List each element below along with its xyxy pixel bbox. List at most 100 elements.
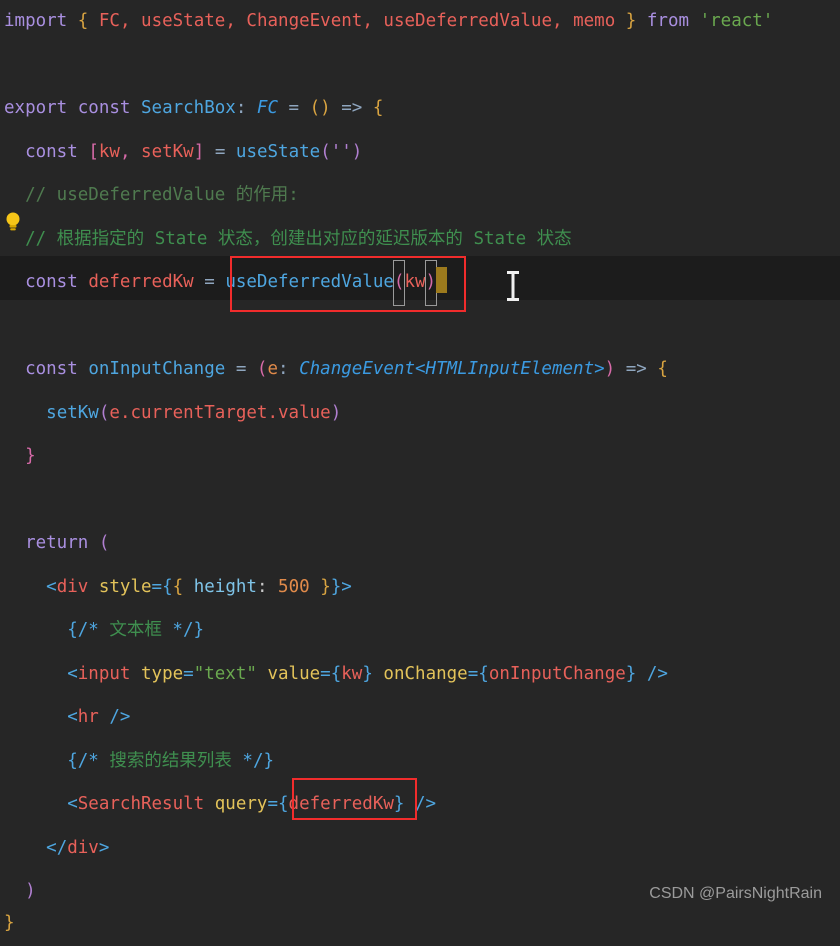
token-equals: = [320, 664, 331, 684]
token-comma: , [552, 11, 563, 31]
token-fc: FC [98, 11, 120, 31]
code-line-20: </div> [0, 827, 840, 871]
token-brace: { [372, 98, 384, 118]
token-from: from [646, 11, 690, 31]
token-text-value: "text" [193, 664, 257, 684]
token-self-close: /> [414, 794, 437, 814]
watermark: CSDN @PairsNightRain [649, 885, 822, 902]
token-onchange-attr: onChange [383, 664, 468, 684]
token-currenttarget: currentTarget [130, 403, 268, 423]
token-deferredkw-name: deferredKw [88, 272, 194, 292]
token-jsx-brace-close: } [362, 664, 373, 684]
token-equals: = [214, 142, 226, 162]
token-bracket-open: [ [88, 142, 99, 162]
token-close-paren: ) [25, 881, 36, 901]
token-close-lt: </ [46, 838, 68, 858]
token-jsx-comment-close: */} [172, 620, 205, 640]
token-usestate: useState [141, 11, 226, 31]
token-jsx-brace-open: { [478, 664, 489, 684]
token-500-value: 500 [278, 577, 310, 597]
token-bracket-close: ] [193, 142, 205, 162]
token-gt: > [98, 838, 110, 858]
token-lt: < [67, 794, 78, 814]
token-kw-arg: kw [404, 272, 426, 292]
token-lt: < [46, 577, 57, 597]
code-line-14: <div style={{ height: 500 }}> [0, 566, 840, 610]
token-equals: = [267, 794, 278, 814]
token-jsx-brace-open: { [277, 794, 289, 814]
token-oninputchange-name: onInputChange [88, 359, 226, 379]
token-oninputchange-binding: onInputChange [488, 664, 626, 684]
comment-usedeferredvalue: // useDeferredValue 的作用: [25, 185, 299, 205]
code-line-7: const deferredKw = useDeferredValue(kw) [0, 260, 840, 306]
token-close-brace: } [4, 913, 15, 933]
token-brace: { [657, 359, 668, 379]
token-brace-open: { [77, 11, 89, 31]
token-const: const [25, 359, 78, 379]
token-usestate-args: ('') [320, 142, 363, 162]
token-div-tag: div [67, 838, 99, 858]
token-setkw-var: setKw [141, 142, 194, 162]
token-memo: memo [573, 11, 616, 31]
code-line-5: // useDeferredValue 的作用: [0, 174, 840, 218]
lightbulb-icon[interactable] [4, 211, 22, 233]
token-module-string: 'react' [699, 11, 774, 31]
token-equals: = [288, 98, 300, 118]
code-line-9: const onInputChange = (e: ChangeEvent<HT… [0, 348, 840, 392]
token-jsx-comment-close: */} [242, 751, 275, 771]
token-brace-close: } [625, 11, 637, 31]
token-close-brace: } [25, 446, 36, 466]
code-line-4: const [kw, setKw] = useState('') [0, 131, 840, 175]
token-colon: : [278, 359, 289, 379]
token-lparen: ( [98, 403, 110, 423]
token-export: export [4, 98, 68, 118]
token-comma: , [225, 11, 236, 31]
token-equals: = [151, 577, 163, 597]
token-kw-var: kw [98, 142, 120, 162]
token-equals: = [235, 359, 247, 379]
token-comma: , [119, 11, 131, 31]
token-return: return [25, 533, 89, 553]
token-equals: = [204, 272, 215, 292]
code-editor[interactable]: import { FC, useState, ChangeEvent, useD… [0, 0, 840, 933]
token-jsx-brace-close: } [393, 794, 405, 814]
token-const: const [25, 142, 78, 162]
token-equals: = [183, 664, 194, 684]
token-lt: < [67, 707, 78, 727]
token-input-tag: input [77, 664, 131, 684]
token-changeevent-type: ChangeEvent<HTMLInputElement> [299, 359, 605, 379]
token-jsx-comment-open: {/* [67, 751, 99, 771]
token-height-prop: height [193, 577, 257, 597]
token-style-attr: style [98, 577, 152, 597]
token-equals: = [467, 664, 479, 684]
code-line-17: <hr /> [0, 696, 840, 740]
code-line-6: // 根据指定的 State 状态，创建出对应的延迟版本的 State 状态 [0, 218, 840, 262]
token-type-attr: type [141, 664, 184, 684]
text-caret [436, 267, 448, 293]
code-line-19: <SearchResult query={deferredKw} /> [0, 783, 840, 827]
code-line-3: export const SearchBox: FC = () => { [0, 87, 840, 131]
comment-textbox: 文本框 [109, 620, 162, 640]
token-self-close: /> [646, 664, 668, 684]
token-obj-brace-close: } [320, 577, 331, 597]
token-rparen: ) [604, 359, 616, 379]
code-line-15: {/* 文本框 */} [0, 609, 840, 653]
token-colon: : [256, 577, 268, 597]
code-line-1: import { FC, useState, ChangeEvent, useD… [0, 0, 840, 44]
token-lt: < [67, 664, 78, 684]
token-comma: , [119, 142, 131, 162]
token-e-obj: e [109, 403, 120, 423]
token-jsx-brace-open: { [162, 577, 173, 597]
token-import: import [4, 11, 68, 31]
token-searchresult-tag: SearchResult [77, 794, 205, 814]
code-line-16: <input type="text" value={kw} onChange={… [0, 653, 840, 697]
token-div-tag: div [56, 577, 89, 597]
token-rparen-matched: ) [424, 260, 438, 306]
token-searchbox-name: SearchBox [141, 98, 236, 118]
token-arrow: => [625, 359, 647, 379]
token-jsx-comment-open: {/* [67, 620, 99, 640]
token-gt: > [341, 577, 352, 597]
code-line-22: } [0, 902, 840, 946]
token-jsx-brace-close: } [625, 664, 637, 684]
token-value-prop: value [278, 403, 331, 423]
